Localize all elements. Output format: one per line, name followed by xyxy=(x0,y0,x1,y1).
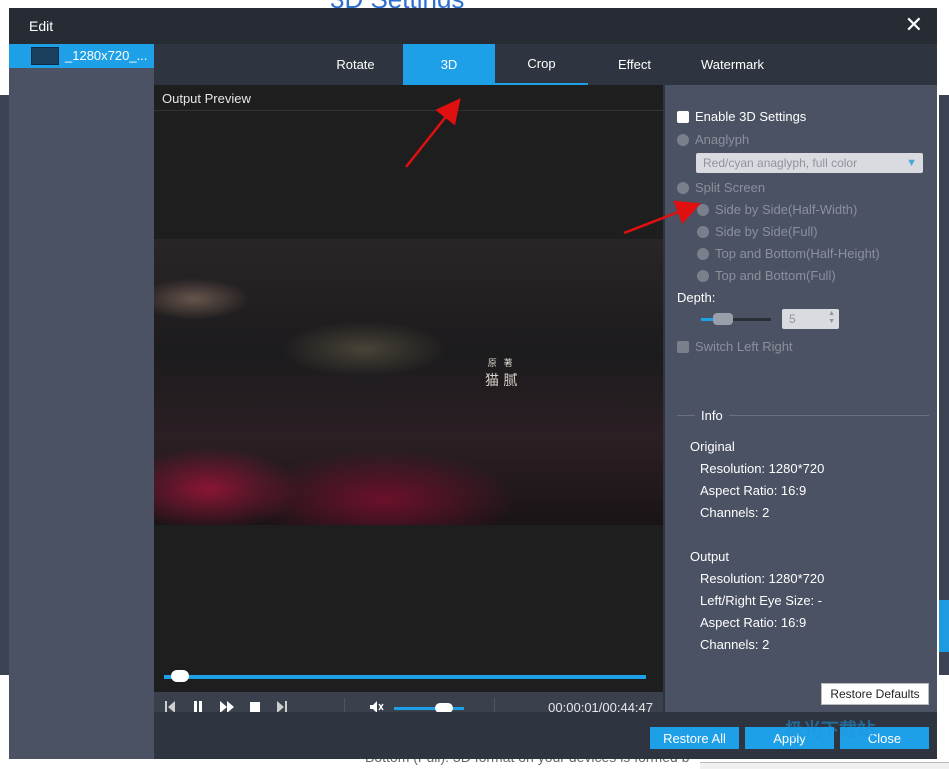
preview-area: Output Preview 原 著 猫 腻 00:00:01/00:44:47 xyxy=(154,85,663,759)
output-eye-size: Left/Right Eye Size: - xyxy=(700,593,823,608)
anaglyph-radio[interactable]: Anaglyph xyxy=(677,132,749,147)
info-label: Info xyxy=(695,408,729,423)
tab-rotate[interactable]: Rotate xyxy=(304,44,407,85)
video-caption-small: 原 著 xyxy=(487,359,515,369)
progress-bar[interactable] xyxy=(164,675,646,679)
volume-slider[interactable] xyxy=(394,707,464,710)
anaglyph-dropdown[interactable]: Red/cyan anaglyph, full color ▼ xyxy=(696,153,923,173)
output-channels: Channels: 2 xyxy=(700,637,770,652)
tab-bar: Rotate 3D Crop Effect Watermark xyxy=(154,44,937,85)
chevron-down-icon: ▼ xyxy=(906,157,917,169)
split-screen-label: Split Screen xyxy=(695,180,766,195)
progress-handle[interactable] xyxy=(171,670,190,682)
output-resolution: Resolution: 1280*720 xyxy=(700,571,825,586)
original-resolution: Resolution: 1280*720 xyxy=(700,461,825,476)
video-caption: 原 著 猫 腻 xyxy=(485,356,517,391)
split-option-label: Side by Side(Half-Width) xyxy=(715,202,858,217)
settings-panel: Enable 3D Settings Anaglyph Red/cyan ana… xyxy=(665,85,937,712)
depth-handle[interactable] xyxy=(713,313,733,325)
split-option-top-full[interactable]: Top and Bottom(Full) xyxy=(697,268,836,283)
background-right-strip xyxy=(939,95,949,675)
split-option-label: Top and Bottom(Half-Height) xyxy=(715,246,880,261)
split-option-side-full[interactable]: Side by Side(Full) xyxy=(697,224,818,239)
radio-circle[interactable] xyxy=(697,247,709,260)
tab-watermark[interactable]: Watermark xyxy=(681,44,784,85)
radio-circle[interactable] xyxy=(697,269,709,282)
split-option-side-half[interactable]: Side by Side(Half-Width) xyxy=(697,202,857,217)
checkbox-box[interactable] xyxy=(677,340,689,353)
split-option-label: Side by Side(Full) xyxy=(715,224,818,239)
depth-value: 5 xyxy=(789,312,796,326)
output-header: Output xyxy=(690,549,730,564)
preview-divider xyxy=(154,110,663,111)
output-aspect: Aspect Ratio: 16:9 xyxy=(700,615,807,630)
watermark-logo: 极光下载站 xyxy=(785,720,875,740)
file-label: _1280x720_... xyxy=(65,48,148,63)
radio-circle[interactable] xyxy=(677,133,689,146)
spin-arrows-icon[interactable]: ▲ ▼ xyxy=(828,310,835,326)
tab-effect[interactable]: Effect xyxy=(588,44,681,85)
tab-crop[interactable]: Crop xyxy=(495,44,588,85)
background-accent-strip xyxy=(939,600,949,652)
depth-label: Depth: xyxy=(677,290,716,305)
background-bottom-bar xyxy=(700,762,949,769)
file-sidebar: _1280x720_... xyxy=(9,44,154,759)
dialog-titlebar: Edit ✕ xyxy=(9,8,937,44)
split-option-top-half[interactable]: Top and Bottom(Half-Height) xyxy=(697,246,880,261)
depth-stepper[interactable]: 5 ▲ ▼ xyxy=(782,309,839,329)
enable-3d-label: Enable 3D Settings xyxy=(695,109,807,124)
split-screen-radio[interactable]: Split Screen xyxy=(677,180,765,195)
edit-dialog: Edit ✕ _1280x720_... Rotate 3D Crop Effe… xyxy=(9,8,937,759)
switch-left-right-label: Switch Left Right xyxy=(695,339,793,354)
radio-circle[interactable] xyxy=(697,225,709,238)
video-caption-big: 猫 腻 xyxy=(485,373,518,389)
switch-left-right-checkbox[interactable]: Switch Left Right xyxy=(677,339,793,354)
original-channels: Channels: 2 xyxy=(700,505,770,520)
enable-3d-checkbox[interactable]: Enable 3D Settings xyxy=(677,109,806,124)
preview-label: Output Preview xyxy=(162,91,251,106)
file-thumbnail xyxy=(31,47,59,65)
restore-defaults-button[interactable]: Restore Defaults xyxy=(821,683,929,705)
radio-circle[interactable] xyxy=(697,203,709,216)
dialog-title: Edit xyxy=(29,18,54,34)
checkbox-box[interactable] xyxy=(677,110,689,123)
video-frame: 原 著 猫 腻 xyxy=(154,239,663,525)
anaglyph-label: Anaglyph xyxy=(695,132,750,147)
original-header: Original xyxy=(690,439,735,454)
radio-circle[interactable] xyxy=(677,181,689,194)
tab-3d[interactable]: 3D xyxy=(403,44,495,85)
restore-all-button[interactable]: Restore All xyxy=(650,727,739,749)
anaglyph-dropdown-value: Red/cyan anaglyph, full color xyxy=(703,156,858,170)
file-list-item[interactable]: _1280x720_... xyxy=(9,44,154,68)
split-option-label: Top and Bottom(Full) xyxy=(715,268,836,283)
original-aspect: Aspect Ratio: 16:9 xyxy=(700,483,807,498)
close-icon[interactable]: ✕ xyxy=(905,14,923,36)
